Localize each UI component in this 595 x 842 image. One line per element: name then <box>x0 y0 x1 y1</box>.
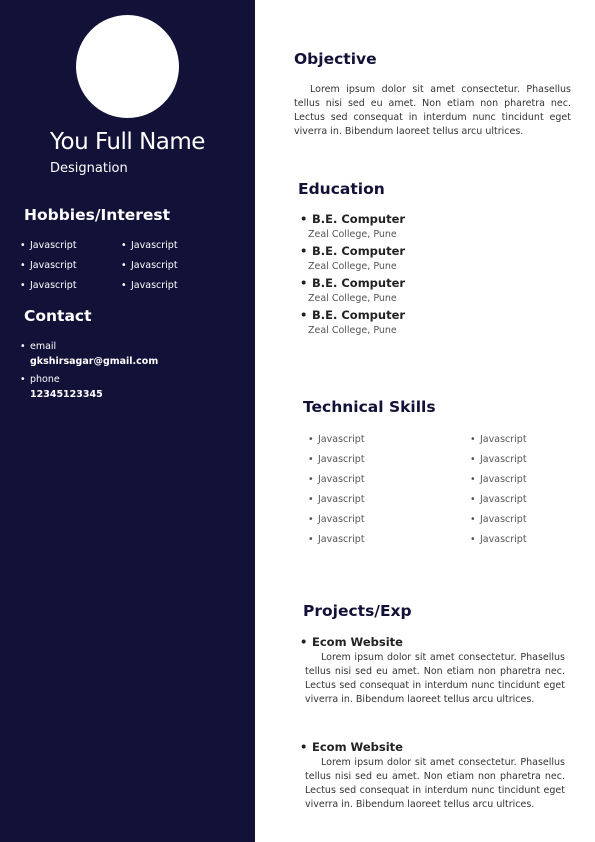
skill-item: Javascript <box>470 454 526 465</box>
skill-item: Javascript <box>308 454 364 465</box>
hobbies-heading: Hobbies/Interest <box>24 206 171 224</box>
contact-heading: Contact <box>24 307 92 325</box>
hobby-item: Javascript <box>121 240 177 251</box>
project-description: Lorem ipsum dolor sit amet consectetur. … <box>305 652 565 705</box>
designation: Designation <box>50 161 128 176</box>
skill-item: Javascript <box>308 514 364 525</box>
hobby-item: Javascript <box>121 260 177 271</box>
hobby-item: Javascript <box>20 260 76 271</box>
skill-item: Javascript <box>308 474 364 485</box>
education-heading: Education <box>298 180 385 198</box>
hobby-item: Javascript <box>121 280 177 291</box>
skill-item: Javascript <box>470 494 526 505</box>
skill-item: Javascript <box>470 474 526 485</box>
skill-item: Javascript <box>308 494 364 505</box>
skill-item: Javascript <box>470 434 526 445</box>
skill-item: Javascript <box>470 514 526 525</box>
hobby-item: Javascript <box>20 280 76 291</box>
skill-item: Javascript <box>308 434 364 445</box>
education-degree: B.E. Computer <box>300 308 405 322</box>
project-description: Lorem ipsum dolor sit amet consectetur. … <box>305 757 565 810</box>
email-value[interactable]: gkshirsagar@gmail.com <box>30 356 158 367</box>
projects-heading: Projects/Exp <box>303 602 412 620</box>
education-college: Zeal College, Pune <box>308 293 397 304</box>
email-label: email <box>20 341 56 352</box>
education-college: Zeal College, Pune <box>308 325 397 336</box>
education-college: Zeal College, Pune <box>308 261 397 272</box>
skills-heading: Technical Skills <box>303 398 436 416</box>
sidebar: You Full Name Designation Hobbies/Intere… <box>0 0 255 842</box>
phone-value: 12345123345 <box>30 389 103 400</box>
hobby-item: Javascript <box>20 240 76 251</box>
project-title: Ecom Website <box>300 740 403 754</box>
objective-heading: Objective <box>294 50 377 68</box>
project-title: Ecom Website <box>300 635 403 649</box>
education-degree: B.E. Computer <box>300 276 405 290</box>
skill-item: Javascript <box>308 534 364 545</box>
objective-text: Lorem ipsum dolor sit amet consectetur. … <box>294 84 571 137</box>
avatar <box>76 15 179 118</box>
education-college: Zeal College, Pune <box>308 229 397 240</box>
education-degree: B.E. Computer <box>300 244 405 258</box>
full-name: You Full Name <box>50 129 205 155</box>
phone-label: phone <box>20 374 60 385</box>
education-degree: B.E. Computer <box>300 212 405 226</box>
skill-item: Javascript <box>470 534 526 545</box>
